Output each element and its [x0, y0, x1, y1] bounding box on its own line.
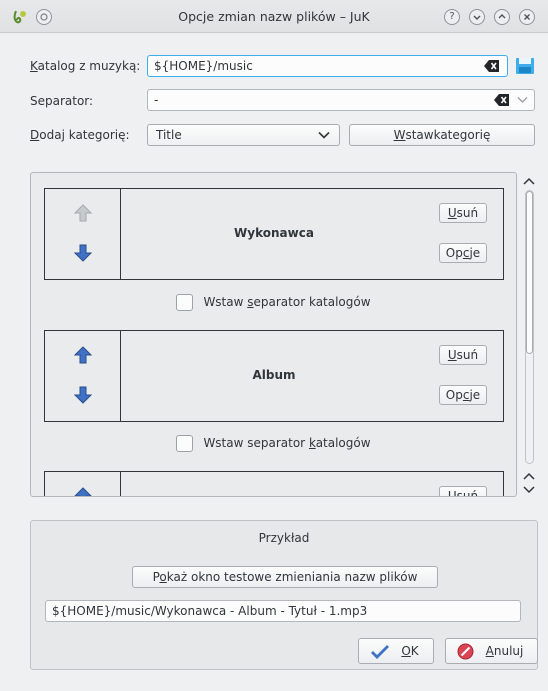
folder-separator-row[interactable]: Wstaw separator katalogów: [31, 294, 516, 314]
insert-category-button[interactable]: Wstawkategorię: [349, 124, 535, 146]
chevron-down-icon: [318, 131, 330, 139]
arrow-box: [45, 472, 121, 497]
ok-button[interactable]: OK: [358, 638, 434, 664]
music-folder-label: Katalog z muzyką:: [30, 59, 141, 73]
example-group: Przykład Pokaż okno testowe zmieniania n…: [30, 520, 538, 670]
example-output-field[interactable]: ${HOME}/music/Wykonawca - Album - Tytuł …: [45, 600, 521, 622]
close-button[interactable]: [519, 9, 535, 25]
move-up-icon[interactable]: [74, 346, 92, 364]
remove-button[interactable]: Usuń: [439, 345, 487, 365]
move-down-icon[interactable]: [74, 244, 92, 262]
maximize-button[interactable]: [494, 9, 510, 25]
example-output-value: ${HOME}/music/Wykonawca - Album - Tytuł …: [52, 604, 368, 618]
remove-button[interactable]: Usuń: [439, 203, 487, 223]
folder-separator-checkbox[interactable]: [176, 435, 194, 452]
separator-value: -: [154, 93, 159, 107]
folder-separator-checkbox[interactable]: [176, 294, 194, 311]
show-test-window-button[interactable]: Pokaż okno testowe zmieniania nazw plikó…: [132, 566, 438, 588]
category-scroll-area[interactable]: Wykonawca Usuń Opcje Wstaw separator kat…: [30, 172, 517, 497]
help-button[interactable]: ?: [444, 9, 460, 25]
music-folder-value: ${HOME}/music: [154, 59, 253, 73]
clear-text-icon[interactable]: [484, 60, 499, 72]
cancel-icon: [457, 643, 474, 660]
minimize-button[interactable]: [469, 9, 485, 25]
category-selected: Title: [156, 128, 182, 142]
move-down-icon[interactable]: [74, 386, 92, 404]
music-folder-input[interactable]: ${HOME}/music: [147, 55, 508, 77]
scrollbar-thumb[interactable]: [526, 191, 533, 354]
options-button[interactable]: Opcje: [439, 385, 487, 405]
checkmark-icon: [371, 645, 389, 659]
separator-label: Separator:: [30, 94, 94, 108]
arrow-box: [45, 189, 121, 279]
add-category-label: Dodaj kategorię:: [30, 128, 130, 142]
move-up-icon[interactable]: [74, 487, 92, 497]
separator-input[interactable]: -: [147, 89, 535, 111]
options-button[interactable]: Opcje: [439, 243, 487, 263]
save-icon[interactable]: [515, 57, 535, 75]
category-name: Wykonawca: [234, 226, 314, 240]
title-bar: Opcje zmian nazw plików – JuK ?: [0, 0, 548, 33]
cancel-button[interactable]: Anuluj: [445, 638, 538, 664]
category-box: Wykonawca Usuń Opcje: [44, 188, 504, 280]
window-title: Opcje zmian nazw plików – JuK: [178, 9, 370, 24]
example-title: Przykład: [258, 531, 310, 545]
category-combobox[interactable]: Title: [147, 124, 340, 146]
scrollbar-track[interactable]: [525, 190, 534, 464]
scroll-up-icon[interactable]: [523, 176, 535, 186]
arrow-box: [45, 331, 121, 421]
category-box: Album Usuń Opcje: [44, 330, 504, 422]
category-name: Album: [252, 368, 296, 382]
chevron-down-icon[interactable]: [517, 96, 528, 104]
category-box: Usuń: [44, 471, 504, 497]
scroll-down-icon[interactable]: [523, 485, 535, 495]
vertical-scrollbar[interactable]: [520, 172, 538, 500]
folder-separator-row[interactable]: Wstaw separator katalogów: [31, 435, 516, 455]
move-up-icon[interactable]: [74, 204, 92, 222]
scroll-up-icon[interactable]: [523, 471, 535, 481]
clear-text-icon[interactable]: [494, 94, 509, 106]
remove-button[interactable]: Usuń: [439, 486, 487, 496]
